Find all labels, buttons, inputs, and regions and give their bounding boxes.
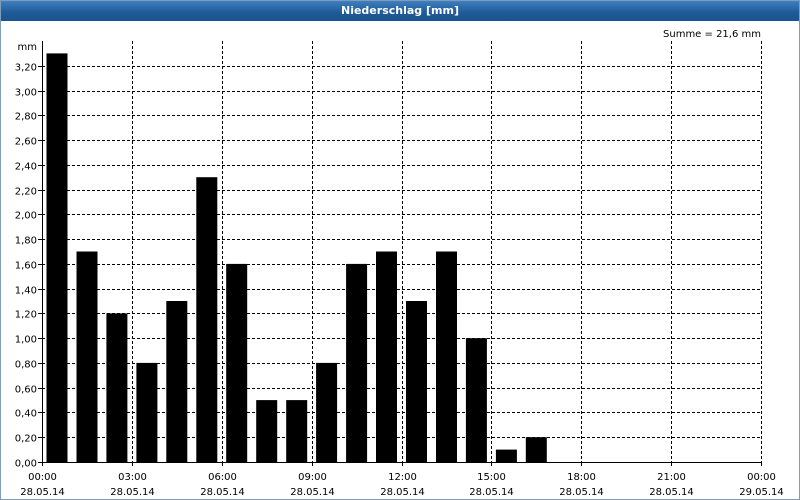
bar [106,313,128,462]
x-tick-date-label: 29.05.14 [739,487,784,498]
axes: 0,00 0,20 0,40 0,60 0,80 1,00 1,20 1,40 1,60 1,80… [15,41,784,498]
bar [196,177,218,462]
bar [436,251,457,462]
y-tick-label: 2,20 [15,187,37,198]
x-tick-time-label: 00:00 [747,472,776,483]
y-tick-label: 0,00 [15,459,37,470]
x-tick-time-label: 09:00 [298,472,327,483]
sum-annotation: Summe = 21,6 mm [663,29,761,40]
bar [256,400,278,462]
y-tick-label: 1,80 [15,236,37,247]
bar [346,263,368,462]
bar [76,251,98,462]
y-tick-label: 0,40 [15,409,37,420]
bars [46,53,547,463]
x-tick-time-label: 00:00 [28,472,57,483]
y-tick-label: 1,40 [15,286,37,297]
x-tick-date-label: 28.05.14 [200,487,245,498]
x-tick-time-label: 15:00 [477,472,506,483]
y-tick-label: 1,00 [15,335,37,346]
precipitation-bar-chart: Summe = 21,6 mm mm 0,00 0,20 0,40 0,60 0,80 1… [15,29,784,498]
x-tick-date-label: 28.05.14 [290,487,335,498]
bar [376,251,397,462]
y-tick-label: 2,80 [15,112,37,123]
bar [166,301,188,462]
y-tick-label: 0,60 [15,385,37,396]
y-tick-label: 1,20 [15,310,37,321]
x-tick-date-label: 28.05.14 [559,487,604,498]
x-tick-date-label: 28.05.14 [649,487,694,498]
chart-window: Niederschlag [mm] Summe = 21,6 mm mm 0,0… [0,0,800,500]
y-tick-label: 2,60 [15,137,37,148]
bar [316,362,338,462]
x-tick-date-label: 28.05.14 [110,487,155,498]
x-tick-date-label: 28.05.14 [380,487,425,498]
bar [465,338,487,462]
bar [406,301,427,462]
bar [136,362,158,462]
y-tick-label: 1,60 [15,261,37,272]
x-tick-date-label: 28.05.14 [469,487,514,498]
y-tick-label: 0,20 [15,434,37,445]
x-tick-time-label: 12:00 [388,472,417,483]
bar [226,263,248,462]
y-tick-label: 2,00 [15,211,37,222]
y-tick-label: 2,40 [15,162,37,173]
y-axis-unit-label: mm [18,42,37,53]
x-tick-time-label: 18:00 [567,472,596,483]
x-tick-date-label: 28.05.14 [20,487,65,498]
y-tick-label: 0,80 [15,360,37,371]
bar [46,53,68,463]
y-tick-label: 3,00 [15,88,37,99]
y-tick-label: 3,20 [15,63,37,74]
x-tick-time-label: 06:00 [208,472,237,483]
x-tick-time-label: 21:00 [657,472,686,483]
x-tick-time-label: 03:00 [118,472,147,483]
bar [525,437,547,462]
bar [286,400,308,462]
bar [495,449,517,462]
